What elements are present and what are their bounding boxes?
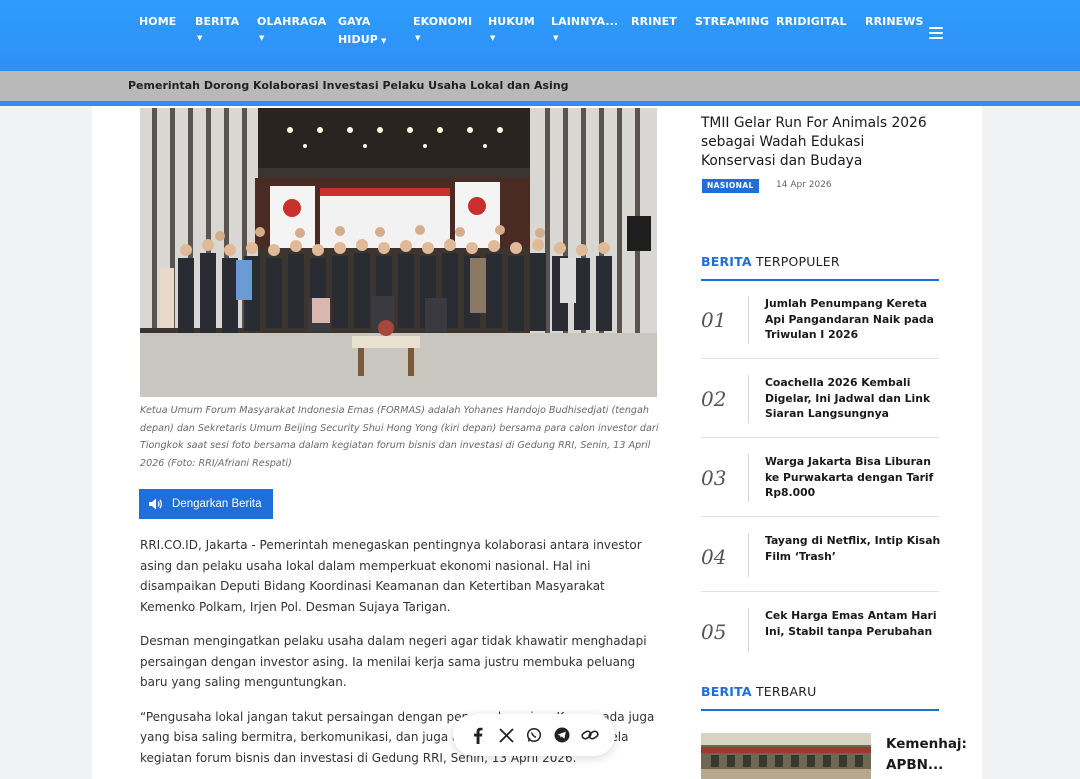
nav-item-rridigital[interactable]: RRIDIGITAL — [776, 13, 847, 31]
popular-list-item[interactable]: 03 Warga Jakarta Bisa Liburan ke Purwaka… — [701, 454, 939, 517]
listen-news-button[interactable]: Dengarkan Berita — [139, 489, 273, 519]
popular-divider — [748, 296, 749, 344]
latest-section-heading: BERITA TERBARU — [701, 684, 817, 699]
popular-list-item[interactable]: 05 Cek Harga Emas Antam Hari Ini, Stabil… — [701, 608, 939, 654]
nav-item-lainnya[interactable]: LAINNYA... ▼ — [551, 13, 618, 43]
share-toolbar — [453, 714, 615, 756]
nav-item-label: HOME — [139, 15, 177, 28]
nav-item-label: LAINNYA... — [551, 15, 619, 28]
category-badge[interactable]: NASIONAL — [702, 179, 759, 193]
sidebar-top-story-title[interactable]: TMII Gelar Run For Animals 2026 sebagai … — [701, 114, 941, 171]
x-icon[interactable] — [497, 726, 515, 744]
popular-rank-number: 02 — [701, 387, 727, 411]
sidebar-top-story-date: 14 Apr 2026 — [776, 180, 832, 190]
speaker-icon — [149, 498, 163, 510]
popular-heading-rest: TERPOPULER — [751, 254, 840, 269]
chevron-down-icon: ▼ — [197, 34, 203, 42]
photo-caption: Ketua Umum Forum Masyarakat Indonesia Em… — [140, 405, 659, 469]
nav-item-streaming[interactable]: STREAMING — [695, 13, 769, 31]
ticker-headline-link[interactable]: Pemerintah Dorong Kolaborasi Investasi P… — [128, 79, 569, 92]
popular-divider — [748, 533, 749, 577]
chevron-down-icon: ▼ — [415, 34, 421, 42]
popular-rank-number: 04 — [701, 545, 727, 569]
popular-item-title: Warga Jakarta Bisa Liburan ke Purwakarta… — [765, 455, 934, 499]
nav-item-label: RRINEWS — [865, 15, 924, 28]
popular-item-title: Cek Harga Emas Antam Hari Ini, Stabil ta… — [765, 609, 937, 638]
nav-item-rrinet[interactable]: RRINET — [631, 13, 677, 31]
copy-link-icon[interactable] — [581, 726, 599, 744]
nav-item-label-line2: HIDUP — [338, 33, 378, 46]
nav-item-olahraga[interactable]: OLAHRAGA ▼ — [257, 13, 326, 43]
hamburger-icon[interactable] — [929, 27, 943, 39]
popular-item-title: Coachella 2026 Kembali Digelar, Ini Jadw… — [765, 376, 931, 420]
nav-item-label: EKONOMI — [413, 15, 473, 28]
article-photo — [140, 108, 657, 397]
popular-heading-rule — [701, 279, 939, 281]
popular-divider — [748, 454, 749, 502]
nav-item-label: OLAHRAGA — [257, 15, 327, 28]
nav-item-hukum[interactable]: HUKUM ▼ — [488, 13, 535, 43]
nav-item-label: RRIDIGITAL — [776, 15, 847, 28]
popular-divider — [748, 375, 749, 423]
popular-rank-number: 03 — [701, 466, 727, 490]
chevron-down-icon: ▼ — [553, 34, 559, 42]
chevron-down-icon: ▼ — [259, 34, 265, 42]
nav-item-home[interactable]: HOME — [139, 13, 176, 31]
facebook-icon[interactable] — [469, 726, 487, 744]
chevron-down-icon: ▼ — [380, 37, 387, 45]
popular-list-item[interactable]: 04 Tayang di Netflix, Intip Kisah Film ‘… — [701, 533, 941, 592]
popular-list-item[interactable]: 02 Coachella 2026 Kembali Digelar, Ini J… — [701, 375, 939, 438]
chevron-down-icon: ▼ — [490, 34, 496, 42]
top-navigation-bar: HOME BERITA ▼ OLAHRAGA ▼ GAYA HIDUP ▼ EKONOM… — [0, 0, 1080, 71]
headline-ticker: Pemerintah Dorong Kolaborasi Investasi P… — [0, 71, 1080, 101]
telegram-icon[interactable] — [553, 726, 571, 744]
latest-news-thumbnail[interactable] — [701, 733, 871, 779]
article-paragraph: Desman mengingatkan pelaku usaha dalam n… — [140, 634, 647, 689]
nav-item-label: GAYA — [338, 15, 371, 28]
popular-item-title: Jumlah Penumpang Kereta Api Pangandaran … — [765, 297, 934, 341]
whatsapp-icon[interactable] — [525, 726, 543, 744]
popular-list-item[interactable]: 01 Jumlah Penumpang Kereta Api Pangandar… — [701, 296, 939, 359]
popular-heading-accent: BERITA — [701, 254, 752, 269]
latest-heading-accent: BERITA — [701, 684, 752, 699]
popular-rank-number: 05 — [701, 620, 727, 644]
popular-rank-number: 01 — [701, 308, 727, 332]
latest-heading-rule — [701, 709, 939, 711]
latest-heading-rest: TERBARU — [751, 684, 817, 699]
nav-item-ekonomi[interactable]: EKONOMI ▼ — [413, 13, 472, 43]
latest-news-title[interactable]: Kemenhaj: APBN... — [886, 734, 967, 776]
latest-title-line: Kemenhaj: — [886, 736, 967, 752]
nav-item-rrinews[interactable]: RRINEWS — [865, 13, 924, 31]
nav-item-berita[interactable]: BERITA ▼ — [195, 13, 239, 43]
article-paragraph: RRI.CO.ID, Jakarta - Pemerintah menegask… — [140, 538, 642, 614]
latest-title-line: APBN... — [886, 757, 944, 773]
nav-item-label: BERITA — [195, 15, 240, 28]
nav-item-label: STREAMING — [695, 15, 770, 28]
popular-section-heading: BERITA TERPOPULER — [701, 254, 840, 269]
popular-divider — [748, 608, 749, 652]
nav-item-label: HUKUM — [488, 15, 535, 28]
nav-item-gaya-hidup[interactable]: GAYA HIDUP ▼ — [338, 13, 386, 50]
nav-item-label: RRINET — [631, 15, 677, 28]
popular-item-title: Tayang di Netflix, Intip Kisah Film ‘Tra… — [765, 534, 941, 563]
listen-news-label: Dengarkan Berita — [172, 498, 262, 510]
